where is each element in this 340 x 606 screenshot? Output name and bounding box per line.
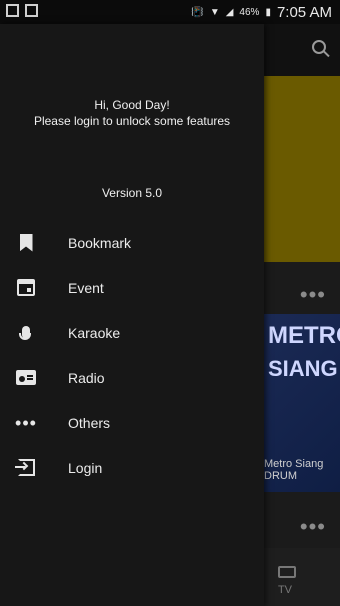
greeting-text: Hi, Good Day! <box>94 98 170 112</box>
more-horizontal-icon: ••• <box>15 412 37 433</box>
notification-icon <box>6 4 19 17</box>
bookmark-icon <box>16 233 36 253</box>
navigation-drawer: Hi, Good Day! Please login to unlock som… <box>0 24 264 606</box>
menu-item-label: Login <box>68 459 103 476</box>
search-icon[interactable] <box>312 40 326 54</box>
program-title-2: SIANG <box>268 356 338 381</box>
wifi-icon: ▼ <box>209 7 220 18</box>
radio-icon <box>16 368 36 388</box>
calendar-icon <box>16 278 36 298</box>
battery-icon: ▮ <box>265 7 271 18</box>
clock: 7:05 AM <box>276 4 332 21</box>
menu-item-label: Bookmark <box>68 234 132 251</box>
program-title-1: METRO <box>268 322 340 349</box>
notification-icons <box>6 4 38 17</box>
menu-item-radio[interactable]: Radio <box>0 355 264 400</box>
menu-item-others[interactable]: ••• Others <box>0 400 264 445</box>
tv-icon[interactable] <box>278 566 296 578</box>
menu-item-event[interactable]: Event <box>0 265 264 310</box>
signal-icon: ◢ <box>225 7 234 18</box>
program-caption-text-2: DRUM <box>264 470 297 482</box>
version-label: Version 5.0 <box>101 186 163 200</box>
banner-image <box>264 76 340 262</box>
menu-item-label: Radio <box>68 369 105 386</box>
menu-item-label: Others <box>68 414 111 431</box>
menu-item-label: Karaoke <box>68 324 121 341</box>
more-options-icon[interactable]: ••• <box>300 282 326 308</box>
app-notification-icon <box>25 4 38 17</box>
program-caption: Metro Siang DRUM <box>264 458 340 482</box>
program-caption-text: Metro Siang <box>264 458 324 470</box>
status-bar: 📳 ▼ ◢ 46% ▮ 7:05 AM <box>0 0 340 24</box>
login-prompt-text: Please login to unlock some features <box>33 114 231 128</box>
login-icon <box>14 458 36 478</box>
menu-item-bookmark[interactable]: Bookmark <box>0 220 264 265</box>
microphone-icon <box>16 323 36 343</box>
status-right: 📳 ▼ ◢ 46% ▮ 7:05 AM <box>191 4 332 21</box>
tv-tab-label[interactable]: TV <box>278 584 292 596</box>
battery-percent: 46% <box>239 7 260 18</box>
vibrate-icon: 📳 <box>191 7 204 18</box>
drawer-menu: Bookmark Event Karaoke Radio ••• Others … <box>0 220 264 490</box>
menu-item-label: Event <box>68 279 104 296</box>
more-options-icon[interactable]: ••• <box>300 514 326 540</box>
menu-item-login[interactable]: Login <box>0 445 264 490</box>
menu-item-karaoke[interactable]: Karaoke <box>0 310 264 355</box>
